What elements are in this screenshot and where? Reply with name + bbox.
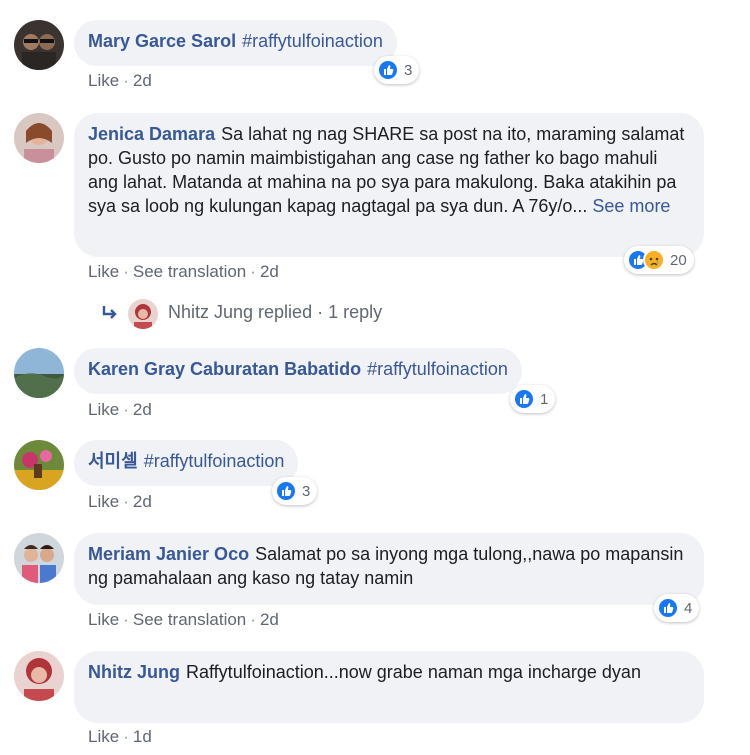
comment-bubble: Karen Gray Caburatan Babatido #raffytulfo… — [74, 348, 522, 394]
reaction-count: 3 — [302, 482, 311, 500]
comment-bubble: Jenica Damara Sa lahat ng nag SHARE sa po… — [74, 113, 704, 257]
comment-actions: Like · 1d — [88, 727, 152, 747]
author-name[interactable]: Jenica Damara — [88, 124, 215, 144]
comment-actions: Like · 2d — [88, 492, 152, 512]
like-link[interactable]: Like — [88, 262, 119, 281]
comment-actions: Like · 2d — [88, 71, 152, 91]
reply-name-text: Nhitz Jung replied — [168, 302, 313, 322]
like-reaction-icon — [657, 597, 679, 619]
see-translation-link[interactable]: See translation — [133, 262, 246, 281]
comment-text: Raffytulfoinaction...now grabe naman mga… — [186, 662, 641, 682]
hashtag-link[interactable]: #raffytulfoinaction — [242, 31, 383, 51]
reaction-count: 20 — [670, 251, 687, 269]
timestamp[interactable]: 2d — [260, 262, 279, 281]
like-reaction-icon — [513, 388, 535, 410]
separator: · — [123, 400, 129, 419]
like-link[interactable]: Like — [88, 71, 119, 90]
see-more-link[interactable]: See more — [592, 196, 670, 216]
see-translation-link[interactable]: See translation — [133, 610, 246, 629]
comment-actions: Like · See translation · 2d — [88, 262, 279, 282]
timestamp[interactable]: 2d — [260, 610, 279, 629]
avatar[interactable] — [14, 651, 64, 701]
reaction-summary[interactable]: 20 — [624, 246, 694, 274]
reaction-summary[interactable]: 1 — [510, 385, 556, 413]
separator: · — [250, 262, 256, 281]
like-reaction-icon — [275, 480, 297, 502]
reaction-summary[interactable]: 3 — [374, 56, 420, 84]
comment-bubble: Meriam Janier Oco Salamat po sa inyong mg… — [74, 533, 704, 605]
reaction-count: 4 — [684, 599, 693, 617]
reply-count: 1 reply — [328, 302, 383, 322]
like-link[interactable]: Like — [88, 727, 119, 746]
hashtag-link[interactable]: #raffytulfoinaction — [367, 359, 508, 379]
avatar[interactable] — [14, 20, 64, 70]
author-name[interactable]: Meriam Janier Oco — [88, 544, 249, 564]
sad-reaction-icon — [643, 249, 665, 271]
replies-summary: Nhitz Jung replied · 1 reply — [168, 302, 382, 323]
separator: · — [123, 262, 129, 281]
author-name[interactable]: Nhitz Jung — [88, 662, 180, 682]
comment-bubble: Nhitz Jung Raffytulfoinaction...now grabe… — [74, 651, 704, 723]
reaction-summary[interactable]: 4 — [654, 594, 700, 622]
avatar[interactable] — [14, 113, 64, 163]
comment-bubble: Mary Garce Sarol #raffytulfoinaction — [74, 20, 397, 66]
reaction-summary[interactable]: 3 — [272, 477, 318, 505]
like-reaction-icon — [377, 59, 399, 81]
avatar[interactable] — [14, 533, 64, 583]
reply-arrow-icon — [100, 303, 120, 328]
comment-actions: Like · See translation · 2d — [88, 610, 279, 630]
timestamp[interactable]: 2d — [133, 400, 152, 419]
separator: · — [250, 610, 256, 629]
reply-avatar — [128, 299, 158, 329]
comment-actions: Like · 2d — [88, 400, 152, 420]
separator: · — [123, 727, 129, 746]
timestamp[interactable]: 2d — [133, 71, 152, 90]
like-link[interactable]: Like — [88, 610, 119, 629]
separator: · — [123, 610, 129, 629]
separator: · — [317, 302, 324, 322]
timestamp[interactable]: 1d — [133, 727, 152, 746]
comment-bubble: 서미셀 #raffytulfoinaction — [74, 440, 299, 486]
avatar[interactable] — [14, 348, 64, 398]
reaction-count: 1 — [540, 390, 549, 408]
avatar[interactable] — [14, 440, 64, 490]
timestamp[interactable]: 2d — [133, 492, 152, 511]
author-name[interactable]: 서미셀 — [88, 451, 138, 471]
author-name[interactable]: Karen Gray Caburatan Babatido — [88, 359, 361, 379]
hashtag-link[interactable]: #raffytulfoinaction — [144, 451, 285, 471]
author-name[interactable]: Mary Garce Sarol — [88, 31, 236, 51]
separator: · — [123, 492, 129, 511]
like-link[interactable]: Like — [88, 492, 119, 511]
separator: · — [123, 71, 129, 90]
reaction-count: 3 — [404, 61, 413, 79]
like-link[interactable]: Like — [88, 400, 119, 419]
